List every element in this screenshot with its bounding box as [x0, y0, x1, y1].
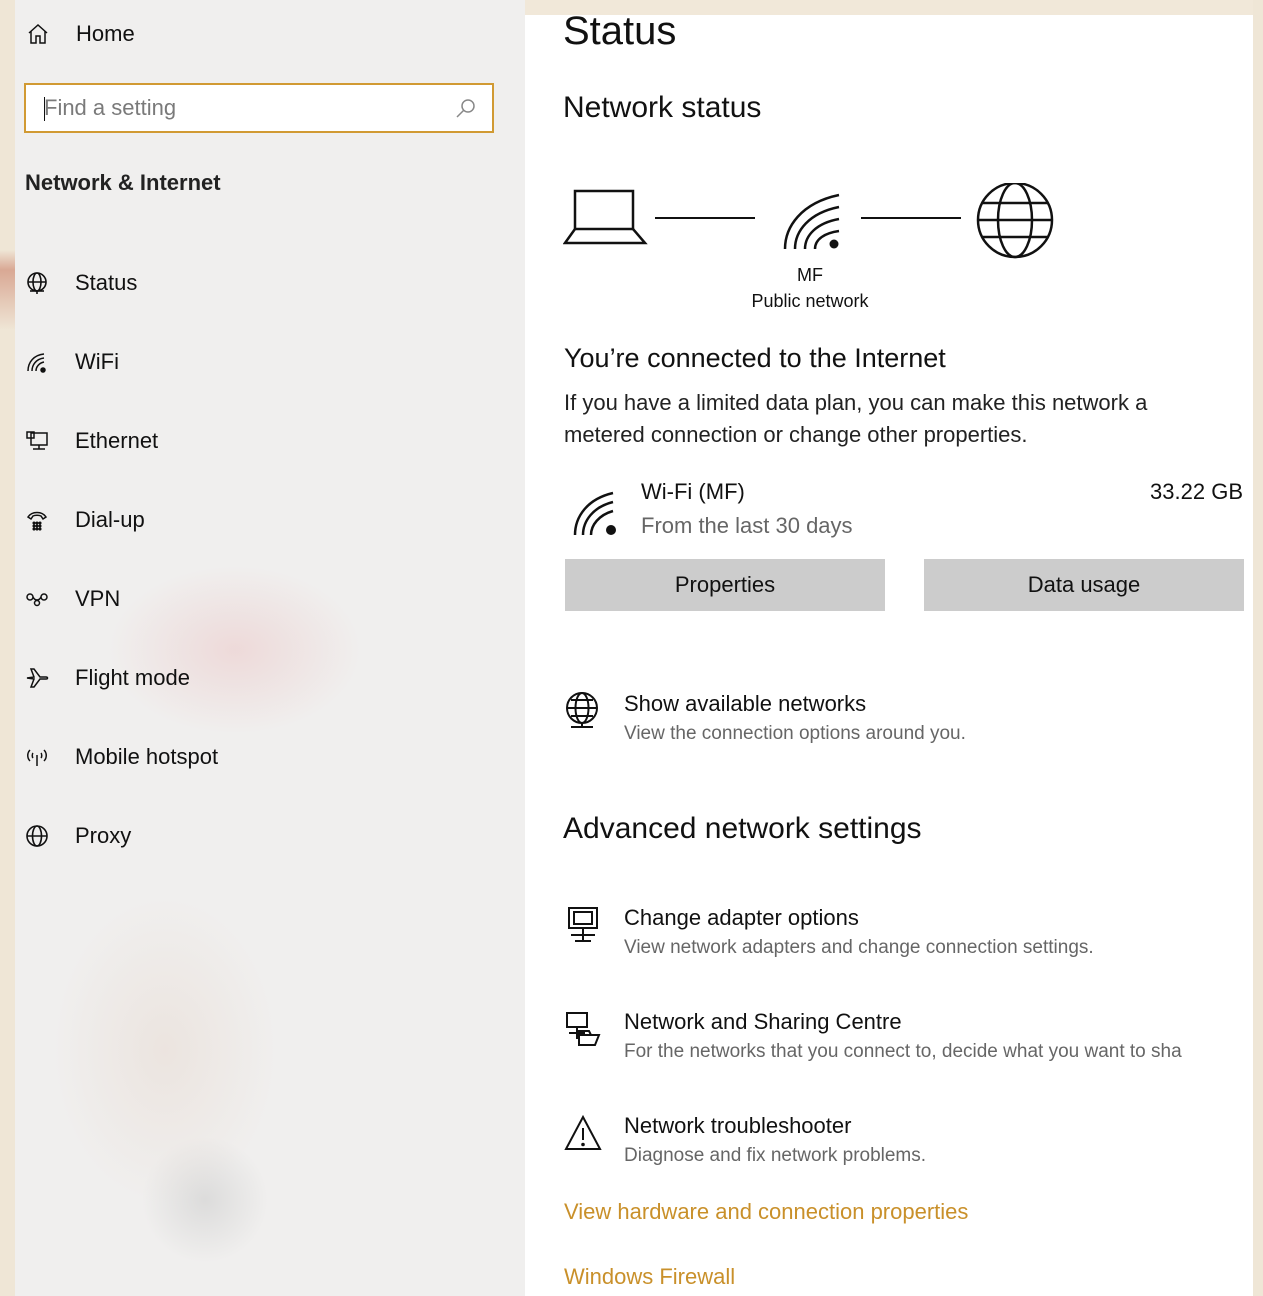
- connection-status-description: If you have a limited data plan, you can…: [564, 390, 1148, 447]
- sidebar-item-label: Status: [75, 270, 138, 295]
- sidebar-item-dial-up[interactable]: Dial-up: [23, 500, 145, 540]
- network-troubleshooter-link[interactable]: Network troubleshooter Diagnose and fix …: [563, 1113, 1253, 1183]
- sharing-centre-icon: [566, 1012, 601, 1046]
- network-adapter-icon: [568, 907, 598, 942]
- adapter-options-title: Change adapter options: [624, 905, 859, 930]
- view-hardware-properties-link[interactable]: View hardware and connection properties: [564, 1199, 968, 1225]
- globe-icon: [23, 269, 51, 297]
- hotspot-icon: [23, 743, 51, 771]
- connection-status-title: You’re connected to the Internet: [564, 343, 946, 373]
- globe-icon: [23, 822, 51, 850]
- advanced-settings-heading: Advanced network settings: [563, 812, 922, 845]
- search-box[interactable]: [24, 83, 494, 133]
- sidebar-item-ethernet[interactable]: Ethernet: [23, 421, 158, 461]
- home-label: Home: [76, 21, 135, 46]
- data-usage-amount: 33.22 GB: [1150, 479, 1243, 504]
- show-networks-title: Show available networks: [624, 691, 867, 716]
- troubleshooter-title: Network troubleshooter: [624, 1113, 852, 1138]
- show-networks-description: View the connection options around you.: [624, 723, 966, 744]
- globe-icon: [566, 692, 598, 728]
- wifi-icon: [23, 348, 51, 376]
- network-type: Public network: [751, 291, 869, 311]
- sidebar-item-label: VPN: [75, 586, 121, 611]
- data-usage-button[interactable]: Data usage: [924, 559, 1244, 611]
- sharing-centre-description: For the networks that you connect to, de…: [624, 1041, 1182, 1062]
- network-name: MF: [797, 265, 823, 285]
- sharing-centre-title: Network and Sharing Centre: [624, 1009, 902, 1034]
- sidebar-item-label: Proxy: [75, 823, 132, 848]
- change-adapter-options-link[interactable]: Change adapter options View network adap…: [563, 905, 1253, 975]
- home-nav-item[interactable]: Home: [25, 14, 135, 54]
- adapter-options-description: View network adapters and change connect…: [624, 937, 1094, 958]
- sidebar-item-flight-mode[interactable]: Flight mode: [23, 658, 190, 698]
- network-status-heading: Network status: [563, 91, 762, 124]
- warning-icon: [564, 1114, 602, 1150]
- troubleshooter-description: Diagnose and fix network problems.: [624, 1145, 927, 1166]
- laptop-icon: [563, 189, 648, 245]
- search-input[interactable]: [44, 88, 444, 128]
- home-icon: [25, 21, 51, 47]
- sidebar-item-wifi[interactable]: WiFi: [23, 342, 119, 382]
- sidebar-item-status[interactable]: Status: [23, 263, 137, 303]
- main-content: Status Network status MF Public network …: [525, 15, 1253, 1296]
- sidebar-item-label: Flight mode: [75, 665, 190, 690]
- connection-name: Wi-Fi (MF): [641, 479, 745, 504]
- network-sharing-centre-link[interactable]: Network and Sharing Centre For the netwo…: [563, 1009, 1253, 1079]
- usage-period: From the last 30 days: [641, 513, 853, 538]
- text-caret: [44, 97, 45, 121]
- sidebar-item-label: WiFi: [75, 349, 119, 374]
- windows-firewall-link[interactable]: Windows Firewall: [564, 1264, 735, 1290]
- page-title: Status: [563, 15, 677, 53]
- window-frame-right: [1253, 0, 1263, 1296]
- window-frame-left: [0, 0, 15, 1296]
- sidebar-item-proxy[interactable]: Proxy: [23, 816, 131, 856]
- sidebar: Home Network & Internet Status WiFi: [15, 0, 525, 1296]
- sidebar-item-label: Ethernet: [75, 428, 159, 453]
- sidebar-item-mobile-hotspot[interactable]: Mobile hotspot: [23, 737, 218, 777]
- network-diagram: [563, 183, 1054, 259]
- sidebar-item-vpn[interactable]: VPN: [23, 579, 120, 619]
- search-icon[interactable]: [454, 97, 478, 121]
- globe-icon: [976, 183, 1054, 259]
- airplane-icon: [23, 664, 51, 692]
- properties-button[interactable]: Properties: [565, 559, 885, 611]
- dial-up-icon: [23, 506, 51, 534]
- show-available-networks-link[interactable]: Show available networks View the connect…: [563, 691, 1253, 761]
- wifi-icon: [783, 193, 840, 250]
- sidebar-item-label: Mobile hotspot: [75, 744, 219, 769]
- vpn-icon: [23, 585, 51, 613]
- section-title: Network & Internet: [25, 170, 221, 195]
- ethernet-icon: [23, 427, 51, 455]
- wifi-icon: [573, 491, 616, 536]
- sidebar-item-label: Dial-up: [75, 507, 145, 532]
